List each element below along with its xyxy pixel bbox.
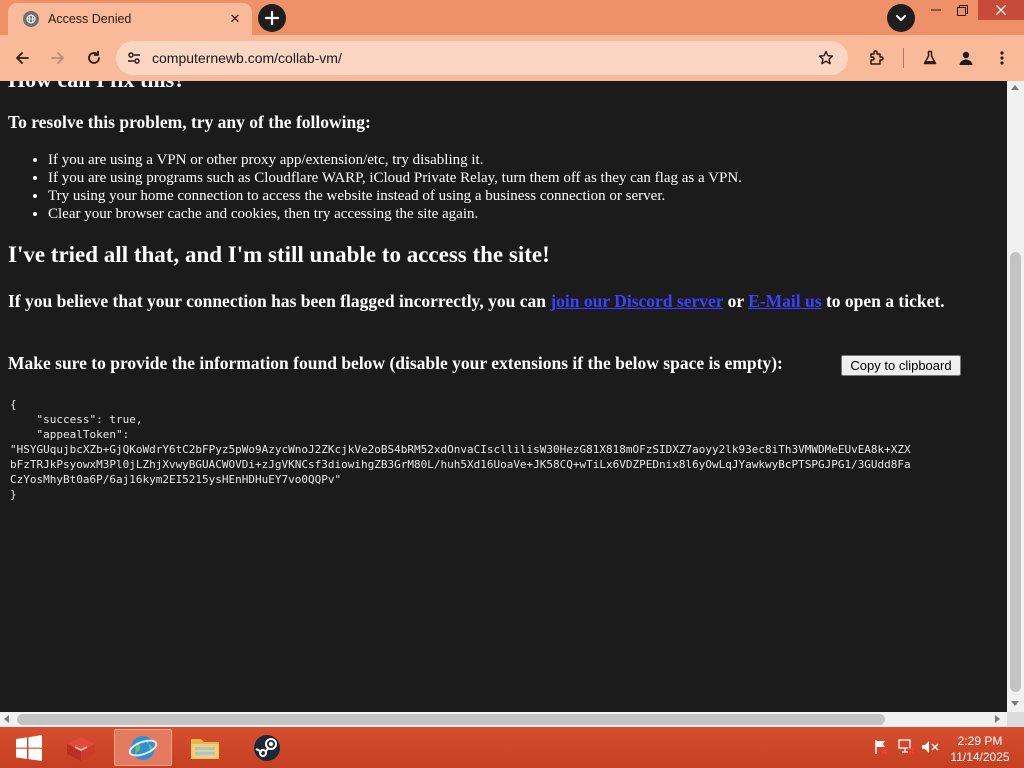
- back-button[interactable]: [8, 44, 36, 72]
- scroll-right-arrow-icon[interactable]: [995, 715, 1000, 723]
- fix-heading: How can I fix this?: [8, 81, 185, 93]
- extensions-button[interactable]: [863, 44, 891, 72]
- restore-icon: [956, 4, 968, 16]
- browser-titlebar: Access Denied ✕: [0, 0, 1024, 35]
- flask-icon: [923, 50, 937, 65]
- copy-to-clipboard-button[interactable]: Copy to clipboard: [841, 355, 961, 376]
- url-text[interactable]: computernewb.com/collab-vm/: [152, 50, 342, 66]
- profile-icon: [959, 51, 973, 65]
- globe-icon: [23, 11, 39, 27]
- arrow-left-icon: [16, 52, 29, 64]
- tab-access-denied[interactable]: Access Denied ✕: [8, 3, 252, 35]
- scroll-down-arrow-icon[interactable]: [1011, 701, 1019, 706]
- info-paragraph: Make sure to provide the information fou…: [8, 353, 783, 373]
- resolve-heading: To resolve this problem, try any of the …: [8, 112, 371, 132]
- scroll-up-arrow-icon[interactable]: [1011, 85, 1019, 90]
- reload-button[interactable]: [80, 44, 108, 72]
- browser-globe-icon: [128, 735, 158, 760]
- taskbar: 2:29 PM 11/14/2025: [0, 727, 1024, 768]
- more-vertical-icon: [1000, 51, 1004, 65]
- list-item: Try using your home connection to access…: [48, 187, 988, 205]
- tips-list: If you are using a VPN or other proxy ap…: [48, 151, 988, 223]
- new-tab-button[interactable]: [258, 4, 286, 32]
- forward-button[interactable]: [44, 44, 72, 72]
- horizontal-scrollbar[interactable]: [0, 712, 1007, 727]
- tab-close-icon[interactable]: ✕: [226, 10, 244, 28]
- address-bar[interactable]: computernewb.com/collab-vm/: [116, 41, 848, 75]
- clock-time: 2:29 PM: [957, 734, 1003, 748]
- window-restore-button[interactable]: [950, 0, 974, 20]
- scroll-left-arrow-icon[interactable]: [4, 715, 9, 723]
- browser-toolbar: computernewb.com/collab-vm/: [0, 35, 1024, 81]
- start-button[interactable]: [0, 729, 58, 766]
- vertical-scrollbar[interactable]: [1007, 81, 1024, 712]
- taskbar-app-browser[interactable]: [114, 729, 172, 766]
- minimize-icon: [931, 9, 941, 11]
- clock-date: 11/14/2025: [950, 750, 1010, 764]
- flagged-text-after: to open a ticket.: [821, 291, 945, 311]
- appeal-token-block: { "success": true, "appealToken": "HSYGU…: [10, 398, 911, 501]
- taskbar-app-steam[interactable]: [238, 729, 296, 766]
- list-item: If you are using a VPN or other proxy ap…: [48, 151, 988, 169]
- horizontal-scroll-thumb[interactable]: [17, 714, 885, 725]
- bookmark-star-icon[interactable]: [814, 46, 838, 70]
- windows-logo-icon: [16, 734, 42, 761]
- scrollbar-corner: [1007, 712, 1024, 727]
- close-icon: [996, 5, 1006, 15]
- arrow-right-icon: [51, 52, 64, 64]
- flagged-text-before: If you believe that your connection has …: [8, 291, 551, 311]
- system-clock[interactable]: 2:29 PM 11/14/2025: [944, 733, 1016, 765]
- profile-button[interactable]: [952, 44, 980, 72]
- folder-icon: [191, 738, 219, 759]
- puzzle-icon: [870, 50, 884, 65]
- action-center-flag-icon[interactable]: [872, 738, 890, 756]
- plus-icon: [265, 11, 279, 25]
- network-icon[interactable]: [897, 738, 915, 756]
- tab-title: Access Denied: [48, 12, 132, 26]
- tab-search-button[interactable]: [887, 4, 915, 32]
- list-item: Clear your browser cache and cookies, th…: [48, 205, 988, 223]
- window-minimize-button[interactable]: [922, 0, 950, 20]
- list-item: If you are using programs such as Cloudf…: [48, 169, 988, 187]
- discord-link[interactable]: join our Discord server: [550, 291, 723, 311]
- toolbar-separator: [903, 48, 904, 68]
- volume-muted-icon[interactable]: [921, 738, 939, 756]
- steam-icon: [254, 734, 280, 761]
- taskbar-app-file-explorer[interactable]: [176, 729, 234, 766]
- email-link[interactable]: E-Mail us: [748, 291, 821, 311]
- reload-icon: [88, 50, 100, 64]
- labs-button[interactable]: [916, 44, 944, 72]
- flagged-paragraph: If you believe that your connection has …: [8, 290, 993, 312]
- flagged-text-middle: or: [723, 291, 749, 311]
- tried-heading: I've tried all that, and I'm still unabl…: [8, 242, 550, 267]
- toolbox-icon: [67, 736, 95, 761]
- chevron-down-icon: [896, 15, 906, 21]
- page-content: How can I fix this? To resolve this prob…: [0, 81, 1007, 712]
- menu-button[interactable]: [988, 44, 1016, 72]
- window-close-button[interactable]: [978, 0, 1024, 20]
- site-info-icon[interactable]: [121, 45, 147, 71]
- vertical-scroll-thumb[interactable]: [1010, 252, 1021, 692]
- taskbar-app-toolbox[interactable]: [52, 729, 110, 766]
